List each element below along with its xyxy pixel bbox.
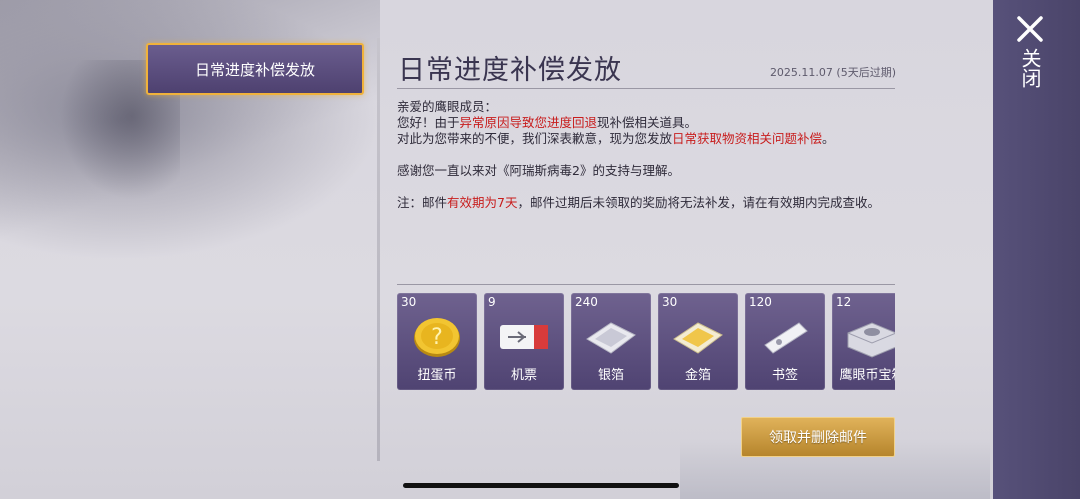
mail-tab-label: 日常进度补偿发放 [194,60,315,79]
item-name: 书签 [771,368,798,383]
reward-item-ticket[interactable]: 9 机票 [484,293,564,390]
claim-button-label: 领取并删除邮件 [769,430,867,446]
bookmark-icon [764,322,808,354]
reward-item-gold-foil[interactable]: 30 金箔 [658,293,738,390]
reward-items: 30 ? 扭蛋币 9 机票 240 银箔 30 金箔 120 书签 12 鹰眼币… [397,293,895,390]
reward-item-gacha-coin[interactable]: 30 ? 扭蛋币 [397,293,477,390]
svg-text:?: ? [431,325,443,350]
item-count: 30 [662,295,678,309]
mail-date: 2025.11.07 (5天后过期) [769,66,896,79]
home-indicator [403,483,679,488]
ticket-icon [500,325,548,349]
item-name: 扭蛋币 [417,368,457,383]
reward-item-bookmark[interactable]: 120 书签 [745,293,825,390]
mail-title: 日常进度补偿发放 [398,55,622,86]
mail-greeting: 亲爱的鹰眼成员： [397,99,498,114]
highlight-reason: 异常原因导致您进度回退 [459,115,598,130]
gold-foil-icon [673,322,723,354]
reward-item-silver-foil[interactable]: 240 银箔 [571,293,651,390]
close-panel[interactable]: 关闭 [993,0,1080,499]
claim-and-delete-button[interactable]: 领取并删除邮件 [741,417,895,457]
item-count: 9 [488,295,496,309]
treasure-chest-icon [847,322,895,358]
silver-foil-icon [586,322,636,354]
mail-line-apology: 对此为您带来的不便，我们深表歉意，现为您发放日常获取物资相关问题补偿。 [397,131,835,146]
background-art [0,0,380,260]
mail-tab-selected[interactable]: 日常进度补偿发放 [146,43,364,95]
title-divider [397,88,895,89]
item-name: 鹰眼币宝箱 [839,368,895,383]
item-count: 120 [749,295,772,309]
items-divider [397,284,895,285]
highlight-validity: 有效期为7天 [447,195,518,210]
mail-note: 注：邮件有效期为7天，邮件过期后未领取的奖励将无法补发，请在有效期内完成查收。 [397,195,880,210]
item-count: 12 [836,295,852,309]
item-name: 金箔 [684,368,711,383]
reward-item-treasure-chest[interactable]: 12 鹰眼币宝箱 [832,293,895,390]
mail-thanks: 感谢您一直以来对《阿瑞斯病毒2》的支持与理解。 [397,163,680,178]
item-name: 机票 [510,368,537,383]
item-name: 银箔 [597,368,624,383]
item-count: 30 [401,295,417,309]
mail-line-reason: 您好！由于异常原因导致您进度回退现补偿相关道具。 [397,115,698,130]
mail-body: 亲爱的鹰眼成员： 您好！由于异常原因导致您进度回退现补偿相关道具。 对此为您带来… [397,99,897,211]
close-label[interactable]: 关闭 [1015,48,1045,88]
gold-coin-icon: ? [414,318,460,357]
item-count: 240 [575,295,598,309]
panel-divider [377,38,380,461]
highlight-compensation: 日常获取物资相关问题补偿 [672,131,823,146]
close-icon[interactable] [1015,14,1045,44]
